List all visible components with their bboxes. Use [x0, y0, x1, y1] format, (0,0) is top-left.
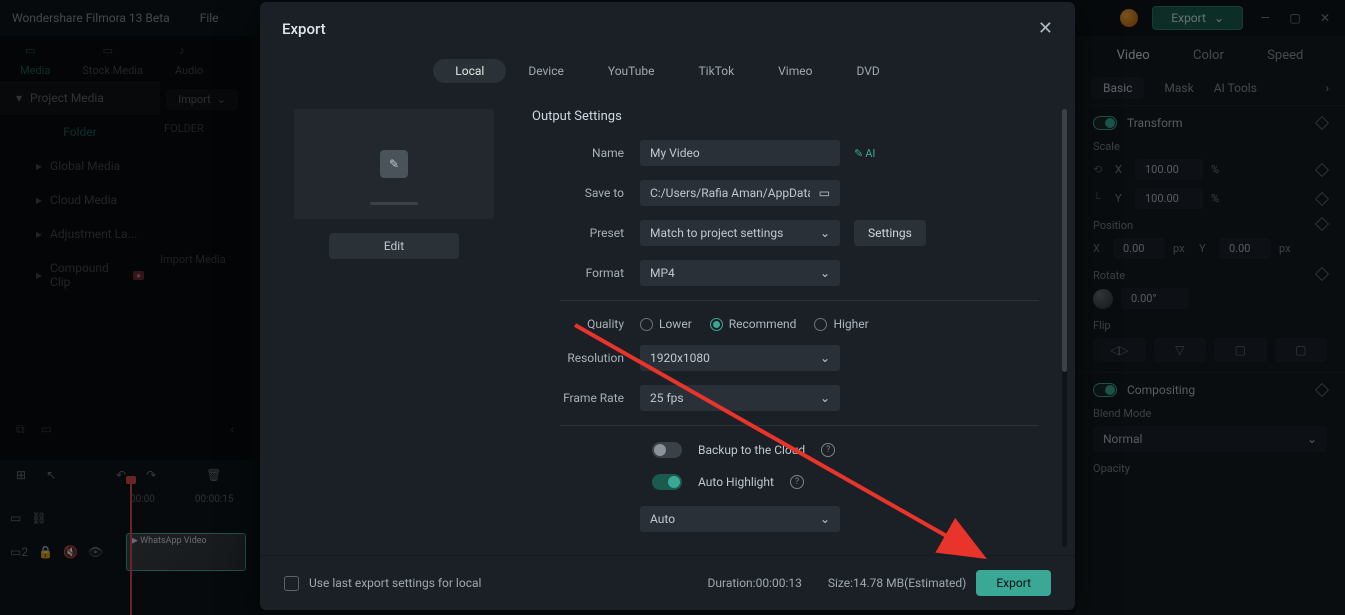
preset-select[interactable]: Match to project settings⌄ [640, 220, 840, 246]
close-button[interactable]: ✕ [1038, 18, 1053, 39]
quality-lower-radio[interactable]: Lower [640, 317, 692, 331]
quality-higher-radio[interactable]: Higher [814, 317, 868, 331]
auto-highlight-label: Auto Highlight [698, 475, 774, 489]
divider [560, 300, 1039, 301]
tab-dvd[interactable]: DVD [834, 59, 901, 83]
chevron-down-icon: ⌄ [820, 351, 830, 365]
preview-progress [370, 202, 418, 205]
auto-highlight-select[interactable]: Auto⌄ [640, 506, 840, 532]
settings-button[interactable]: Settings [854, 220, 926, 246]
format-label: Format [532, 266, 640, 280]
auto-highlight-toggle[interactable] [652, 474, 682, 490]
resolution-label: Resolution [532, 351, 640, 365]
backup-label: Backup to the Cloud [698, 443, 805, 457]
format-select[interactable]: MP4⌄ [640, 260, 840, 286]
info-icon[interactable]: ? [790, 475, 804, 489]
output-settings-header: Output Settings [532, 109, 1039, 124]
tab-device[interactable]: Device [506, 59, 586, 83]
name-input[interactable]: My Video [640, 140, 840, 166]
tab-local[interactable]: Local [433, 59, 506, 83]
name-label: Name [532, 146, 640, 160]
use-last-checkbox[interactable] [284, 576, 299, 591]
pencil-icon: ✎ [380, 150, 408, 178]
save-to-input[interactable]: C:/Users/Rafia Aman/AppData▭ [640, 180, 840, 206]
export-dialog: Export ✕ Local Device YouTube TikTok Vim… [260, 2, 1075, 610]
ai-name-button[interactable]: ✎AI [854, 147, 875, 160]
export-tabs: Local Device YouTube TikTok Vimeo DVD [260, 47, 1075, 101]
size-text: Size:14.78 MB(Estimated) [828, 576, 967, 590]
magic-pen-icon: ✎ [854, 147, 863, 160]
chevron-down-icon: ⌄ [820, 391, 830, 405]
edit-button[interactable]: Edit [329, 233, 459, 259]
quality-recommend-radio[interactable]: Recommend [710, 317, 797, 331]
quality-label: Quality [532, 317, 640, 331]
divider [560, 425, 1039, 426]
use-last-label: Use last export settings for local [309, 576, 481, 590]
backup-toggle[interactable] [652, 442, 682, 458]
chevron-down-icon: ⌄ [820, 266, 830, 280]
chevron-down-icon: ⌄ [820, 226, 830, 240]
scrollbar[interactable] [1062, 109, 1067, 547]
duration-text: Duration:00:00:13 [708, 576, 802, 590]
tab-youtube[interactable]: YouTube [586, 59, 677, 83]
export-confirm-button[interactable]: Export [976, 570, 1051, 596]
dialog-title: Export [282, 20, 326, 38]
preview-thumbnail: ✎ [294, 109, 494, 219]
chevron-down-icon: ⌄ [820, 512, 830, 526]
preset-label: Preset [532, 226, 640, 240]
framerate-select[interactable]: 25 fps⌄ [640, 385, 840, 411]
info-icon[interactable]: ? [821, 443, 835, 457]
resolution-select[interactable]: 1920x1080⌄ [640, 345, 840, 371]
folder-icon[interactable]: ▭ [819, 186, 830, 200]
save-to-label: Save to [532, 186, 640, 200]
tab-vimeo[interactable]: Vimeo [756, 59, 834, 83]
tab-tiktok[interactable]: TikTok [676, 59, 756, 83]
framerate-label: Frame Rate [532, 391, 640, 405]
